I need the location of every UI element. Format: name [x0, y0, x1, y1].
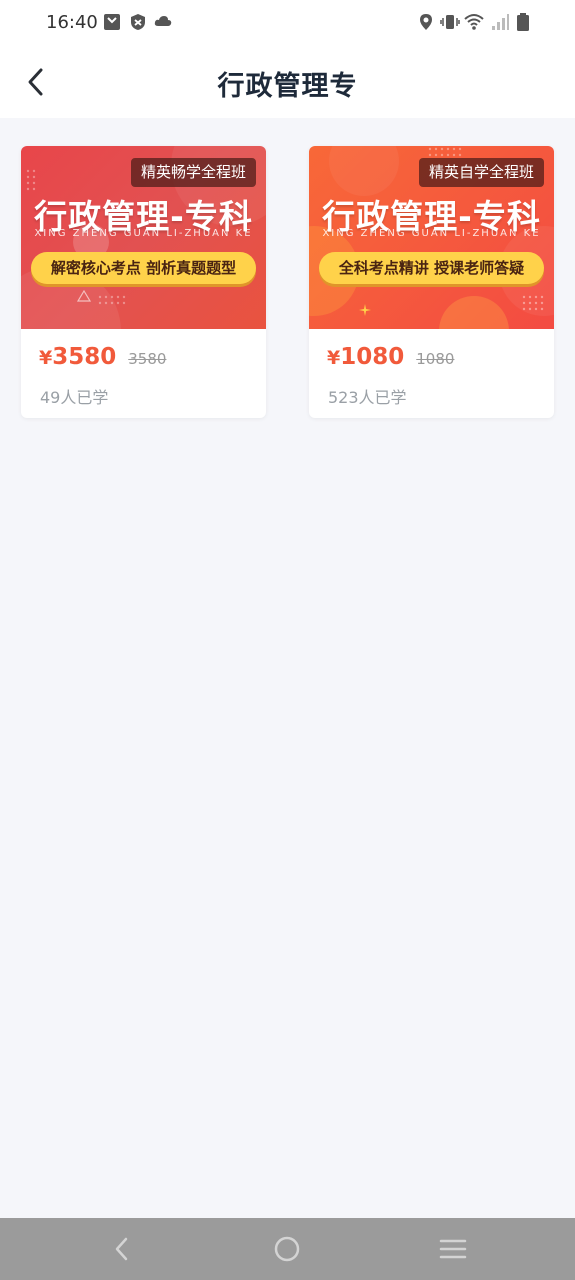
- current-price: 3580: [52, 344, 117, 370]
- decorative-dots: [428, 147, 462, 157]
- triangle-icon: [77, 290, 91, 302]
- decorative-circle: [329, 146, 399, 196]
- back-icon: [115, 1237, 128, 1261]
- sparkle-icon: [359, 304, 371, 316]
- course-banner: 精英自学全程班 行政管理-专科 XING ZHENG GUAN LI-ZHUAN…: [309, 146, 554, 329]
- banner-subtitle: XING ZHENG GUAN LI-ZHUAN KE: [322, 228, 541, 239]
- original-price: 1080: [416, 350, 455, 368]
- nav-back-button[interactable]: [106, 1233, 138, 1265]
- current-price: 1080: [340, 344, 405, 370]
- page-title: 行政管理专: [217, 71, 358, 102]
- currency-symbol: ¥: [39, 347, 53, 369]
- course-card[interactable]: 精英自学全程班 行政管理-专科 XING ZHENG GUAN LI-ZHUAN…: [309, 146, 554, 418]
- banner-subtitle: XING ZHENG GUAN LI-ZHUAN KE: [34, 228, 253, 239]
- header-bar: 行政管理专: [0, 46, 575, 118]
- decorative-dots: [522, 295, 544, 311]
- currency-symbol: ¥: [327, 347, 341, 369]
- status-bar: 16:40: [0, 0, 575, 46]
- cloud-icon: [153, 12, 173, 32]
- original-price: 3580: [128, 350, 167, 368]
- wifi-icon: [464, 12, 484, 32]
- menu-icon: [439, 1239, 467, 1259]
- course-tag: 精英畅学全程班: [130, 158, 256, 187]
- course-tag: 精英自学全程班: [418, 158, 544, 187]
- price-row: ¥ 1080 1080: [327, 344, 454, 370]
- signal-icon: [490, 12, 510, 32]
- shield-icon: [128, 12, 148, 32]
- course-card[interactable]: 精英畅学全程班 行政管理-专科 XING ZHENG GUAN LI-ZHUAN…: [21, 146, 266, 418]
- decorative-dots: [98, 295, 126, 305]
- status-time: 16:40: [46, 12, 98, 33]
- banner-slogan: 解密核心考点 剖析真题题型: [31, 252, 256, 284]
- battery-icon: [513, 12, 533, 32]
- price-row: ¥ 3580 3580: [39, 344, 166, 370]
- vibrate-icon: [440, 12, 460, 32]
- learner-count: 523人已学: [328, 388, 407, 407]
- learner-count: 49人已学: [40, 388, 109, 407]
- decorative-circle: [439, 296, 509, 329]
- home-icon: [274, 1236, 300, 1262]
- nav-home-button[interactable]: [271, 1233, 303, 1265]
- system-nav-bar: [0, 1218, 575, 1280]
- course-banner: 精英畅学全程班 行政管理-专科 XING ZHENG GUAN LI-ZHUAN…: [21, 146, 266, 329]
- location-icon: [416, 12, 436, 32]
- sim-card-icon: [102, 12, 122, 32]
- nav-menu-button[interactable]: [437, 1233, 469, 1265]
- banner-slogan: 全科考点精讲 授课老师答疑: [319, 252, 544, 284]
